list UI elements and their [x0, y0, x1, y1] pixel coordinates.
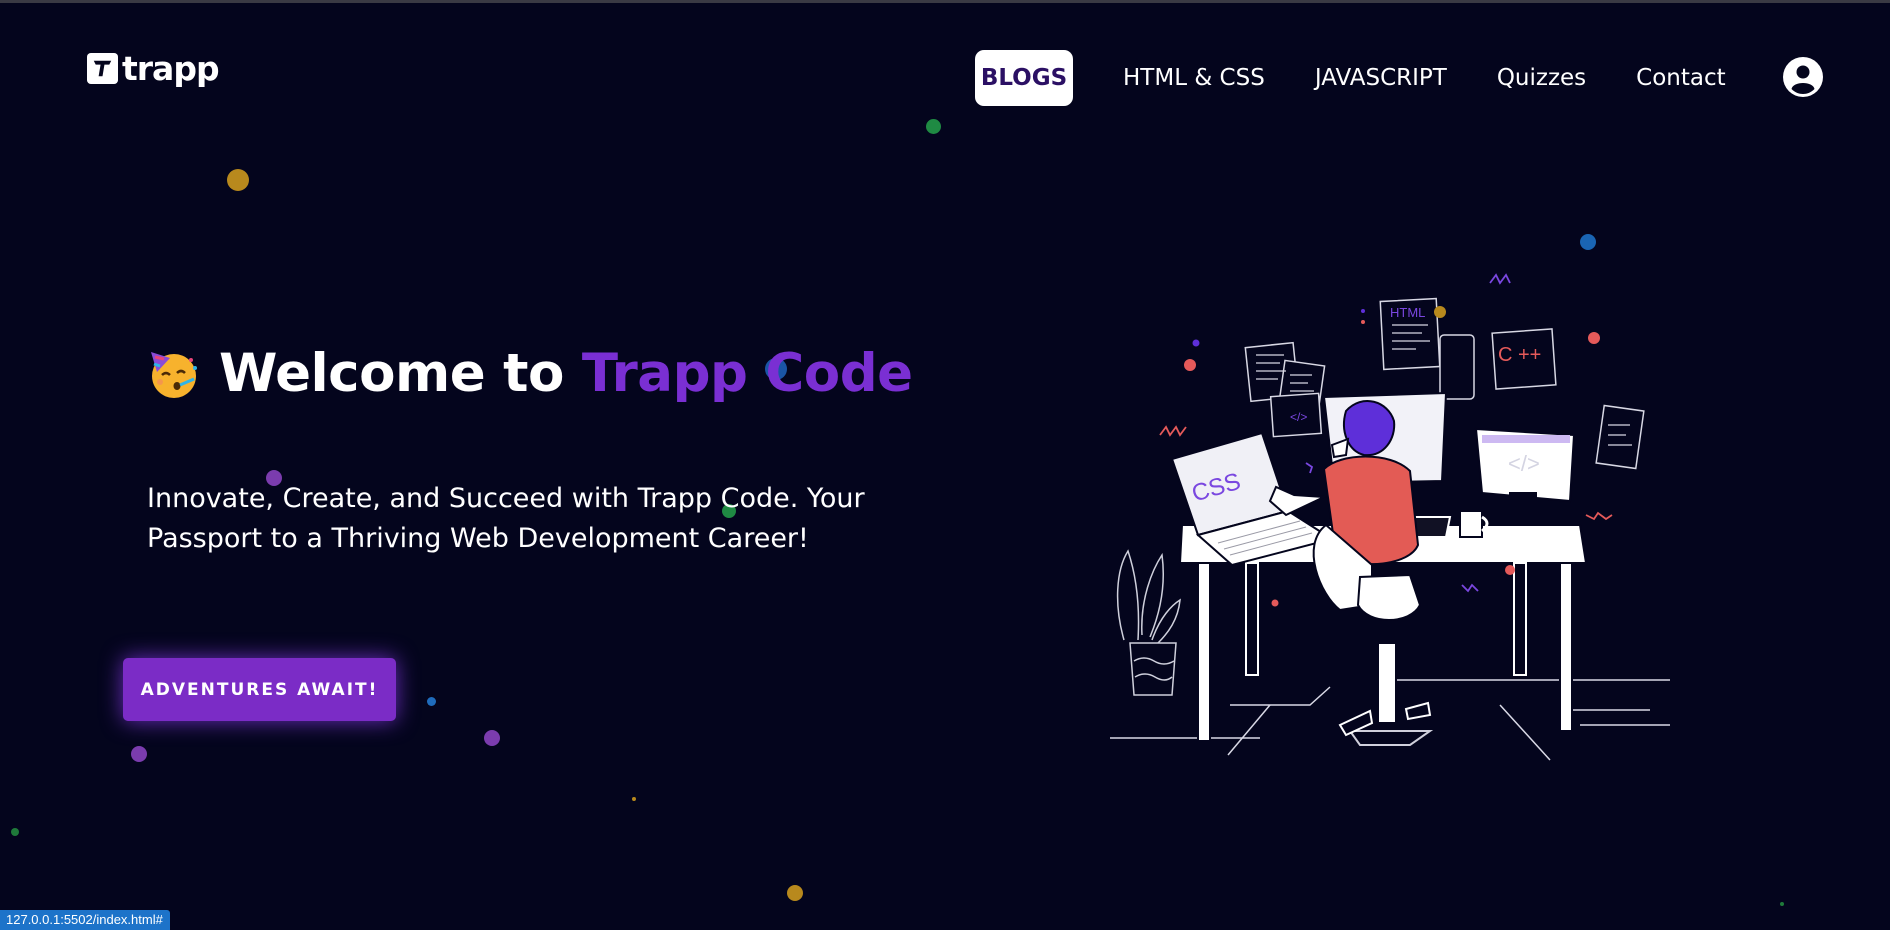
- particle-dot: [227, 169, 249, 191]
- hero-title: Welcome to Trapp Code: [147, 343, 913, 404]
- svg-text:</>: </>: [1290, 410, 1307, 424]
- html-label: HTML: [1390, 305, 1425, 320]
- hero-subtitle: Innovate, Create, and Succeed with Trapp…: [147, 483, 865, 554]
- brand-name: trapp: [122, 49, 220, 88]
- nav-item-blogs[interactable]: BLOGS: [975, 50, 1073, 106]
- hero-title-prefix: Welcome to: [219, 343, 564, 404]
- hero-title-accent: Trapp Code: [581, 343, 913, 404]
- main-nav: BLOGS HTML & CSS JAVASCRIPT Quizzes Cont…: [975, 50, 1726, 106]
- partying-face-icon: [151, 351, 197, 398]
- particle-dot: [11, 828, 19, 836]
- particle-dot: [926, 119, 941, 134]
- nav-item-contact[interactable]: Contact: [1636, 65, 1725, 91]
- developer-at-desk-illustration: HTML C ++ </> CSS </>: [1110, 273, 1670, 761]
- plant-icon: [1116, 549, 1181, 696]
- user-circle-icon[interactable]: [1782, 56, 1824, 98]
- svg-text:</>: </>: [1508, 451, 1540, 476]
- brand-logo[interactable]: trapp: [87, 49, 220, 88]
- particle-dot: [484, 730, 500, 746]
- particle-dot: [427, 697, 436, 706]
- particle-dot: [131, 746, 147, 762]
- particle-dot: [632, 797, 636, 801]
- particle-dot: [1780, 902, 1784, 906]
- status-bar-url: 127.0.0.1:5502/index.html#: [0, 910, 170, 930]
- nav-item-javascript[interactable]: JAVASCRIPT: [1315, 65, 1447, 91]
- trapp-logo-icon: [87, 53, 118, 84]
- browser-top-line: [0, 0, 1890, 3]
- nav-item-quizzes[interactable]: Quizzes: [1497, 65, 1586, 91]
- cpp-label: C ++: [1498, 344, 1541, 366]
- hero-title-text: Welcome to Trapp Code: [219, 343, 913, 404]
- nav-item-html-css[interactable]: HTML & CSS: [1123, 65, 1265, 91]
- adventures-await-button[interactable]: ADVENTURES AWAIT!: [123, 658, 396, 721]
- particle-dot: [787, 885, 803, 901]
